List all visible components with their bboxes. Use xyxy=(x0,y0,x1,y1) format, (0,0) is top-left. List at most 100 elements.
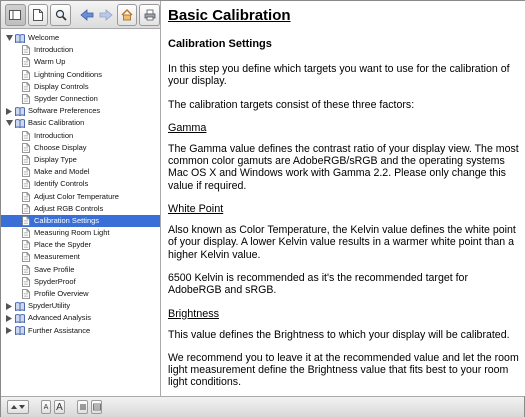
tree-item-profile-overview[interactable]: Profile Overview xyxy=(1,288,160,300)
tree-item-save-profile[interactable]: Save Profile xyxy=(1,264,160,276)
tree-item-adjust-color-temperature[interactable]: Adjust Color Temperature xyxy=(1,190,160,202)
disclosure-expanded-icon[interactable] xyxy=(5,119,13,127)
tree-group-label: Software Preferences xyxy=(28,106,101,116)
tree-item-label: Spyder Connection xyxy=(34,94,98,104)
font-larger-button[interactable]: A xyxy=(54,400,65,414)
tree-item-choose-display[interactable]: Choose Display xyxy=(1,142,160,154)
page-icon xyxy=(22,130,30,141)
font-small-label: A xyxy=(43,403,49,411)
disclosure-collapsed-icon[interactable] xyxy=(5,327,13,335)
tree-group-advanced-analysis[interactable]: Advanced Analysis xyxy=(1,312,160,324)
print-icon xyxy=(144,9,156,20)
tree-item-label: Measurement xyxy=(34,252,80,262)
detail-view-button[interactable] xyxy=(91,400,102,414)
tree-item-label: Calibration Settings xyxy=(34,215,100,225)
home-button[interactable] xyxy=(116,3,138,26)
tree-item-display-controls[interactable]: Display Controls xyxy=(1,81,160,93)
tree-item-spyder-connection[interactable]: Spyder Connection xyxy=(1,93,160,105)
content-pane: Basic Calibration Calibration Settings I… xyxy=(162,1,525,396)
print-button[interactable] xyxy=(139,3,161,26)
page-icon xyxy=(22,203,30,214)
page-icon xyxy=(22,228,30,238)
book-icon xyxy=(15,33,25,43)
tree-item-introduction[interactable]: Introduction xyxy=(1,130,160,142)
section-title: Calibration Settings xyxy=(168,38,272,50)
tree-group-software-preferences[interactable]: Software Preferences xyxy=(1,105,160,117)
tree-item-lightning-conditions[interactable]: Lightning Conditions xyxy=(1,69,160,81)
tree-item-measuring-room-light[interactable]: Measuring Room Light xyxy=(1,227,160,239)
brightness-heading: Brightness xyxy=(168,307,220,320)
tree-item-adjust-rgb-controls[interactable]: Adjust RGB Controls xyxy=(1,203,160,215)
white-point-heading: White Point xyxy=(168,203,224,216)
book-icon xyxy=(15,314,25,324)
tree-group-basic-calibration[interactable]: Basic Calibration xyxy=(1,117,160,129)
tree-item-label: Save Profile xyxy=(34,264,75,274)
disclosure-collapsed-icon[interactable] xyxy=(5,302,13,310)
sidebar-toggle-icon xyxy=(9,9,22,20)
list-icon xyxy=(79,404,86,410)
white-point-paragraph: Also known as Color Temperature, the Kel… xyxy=(168,224,516,261)
brightness-paragraph: This value defines the Brightness to whi… xyxy=(168,328,510,341)
contents-button[interactable] xyxy=(27,3,49,26)
font-smaller-button[interactable]: A xyxy=(41,400,51,414)
disclosure-collapsed-icon[interactable] xyxy=(5,314,13,322)
disclosure-expanded-icon[interactable] xyxy=(5,34,13,42)
tree-item-label: Make and Model xyxy=(34,167,90,177)
page-icon xyxy=(22,94,30,104)
tree-group-welcome[interactable]: Welcome xyxy=(1,32,160,44)
tree-group-label: Welcome xyxy=(28,33,60,43)
back-arrow-icon xyxy=(80,8,94,21)
tree-item-label: Adjust Color Temperature xyxy=(34,191,119,201)
tree-item-place-the-spyder[interactable]: Place the Spyder xyxy=(1,239,160,251)
tree-item-label: SpyderProof xyxy=(34,276,76,286)
tree-group-spyderutility[interactable]: SpyderUtility xyxy=(1,300,160,312)
list-view-button[interactable] xyxy=(77,400,88,414)
tree-item-label: Display Controls xyxy=(34,81,89,91)
book-icon xyxy=(15,106,25,116)
tree-item-spyderproof[interactable]: SpyderProof xyxy=(1,276,160,288)
forward-button[interactable] xyxy=(98,4,115,26)
tree-group-label: Further Assistance xyxy=(28,325,91,335)
book-icon xyxy=(15,119,25,129)
help-viewer-window: Welcome Introduction Warm Up Lightning Cond… xyxy=(0,0,525,417)
tree-item-label: Adjust RGB Controls xyxy=(34,203,104,213)
tree-item-measurement[interactable]: Measurement xyxy=(1,251,160,263)
targets-paragraph: The calibration targets consist of these… xyxy=(168,98,415,111)
tree-item-display-type[interactable]: Display Type xyxy=(1,154,160,166)
tree-item-label: Identify Controls xyxy=(34,179,89,189)
tree-item-label: Measuring Room Light xyxy=(34,228,110,238)
tree-item-label: Lightning Conditions xyxy=(34,69,102,79)
page-icon xyxy=(22,179,30,190)
page-icon xyxy=(22,167,30,178)
search-magnifier-icon xyxy=(55,9,67,21)
gamma-paragraph: The Gamma value defines the contrast rat… xyxy=(168,142,519,192)
tree-item-make-and-model[interactable]: Make and Model xyxy=(1,166,160,178)
page-icon xyxy=(22,240,30,251)
sidebar-toggle-button[interactable] xyxy=(5,3,26,26)
intro-paragraph: In this step you define which targets yo… xyxy=(168,63,510,88)
sidebar-tree: Welcome Introduction Warm Up Lightning Cond… xyxy=(1,29,161,396)
tree-group-label: SpyderUtility xyxy=(28,301,71,311)
gamma-heading: Gamma xyxy=(168,121,207,134)
disclosure-collapsed-icon[interactable] xyxy=(5,107,13,115)
tree-item-label: Display Type xyxy=(34,154,77,164)
kelvin-recommendation-paragraph: 6500 Kelvin is recommended as it's the r… xyxy=(168,271,468,297)
forward-arrow-icon xyxy=(99,8,113,21)
tree-item-introduction[interactable]: Introduction xyxy=(1,44,160,56)
contents-page-icon xyxy=(33,8,44,21)
page-icon xyxy=(22,142,30,153)
tree-item-identify-controls[interactable]: Identify Controls xyxy=(1,178,160,190)
tree-item-warm-up[interactable]: Warm Up xyxy=(1,56,160,68)
tree-group-label: Advanced Analysis xyxy=(28,313,91,323)
page-icon xyxy=(22,191,30,202)
action-menu-button[interactable] xyxy=(7,400,29,414)
tree-item-label: Place the Spyder xyxy=(34,240,92,250)
page-icon xyxy=(22,69,30,80)
tree-item-label: Choose Display xyxy=(34,142,87,152)
search-button[interactable] xyxy=(50,3,72,26)
book-icon xyxy=(15,301,25,311)
back-button[interactable] xyxy=(79,4,96,26)
page-icon xyxy=(22,264,30,275)
tree-group-further-assistance[interactable]: Further Assistance xyxy=(1,325,160,337)
tree-item-calibration-settings[interactable]: Calibration Settings xyxy=(1,214,160,227)
